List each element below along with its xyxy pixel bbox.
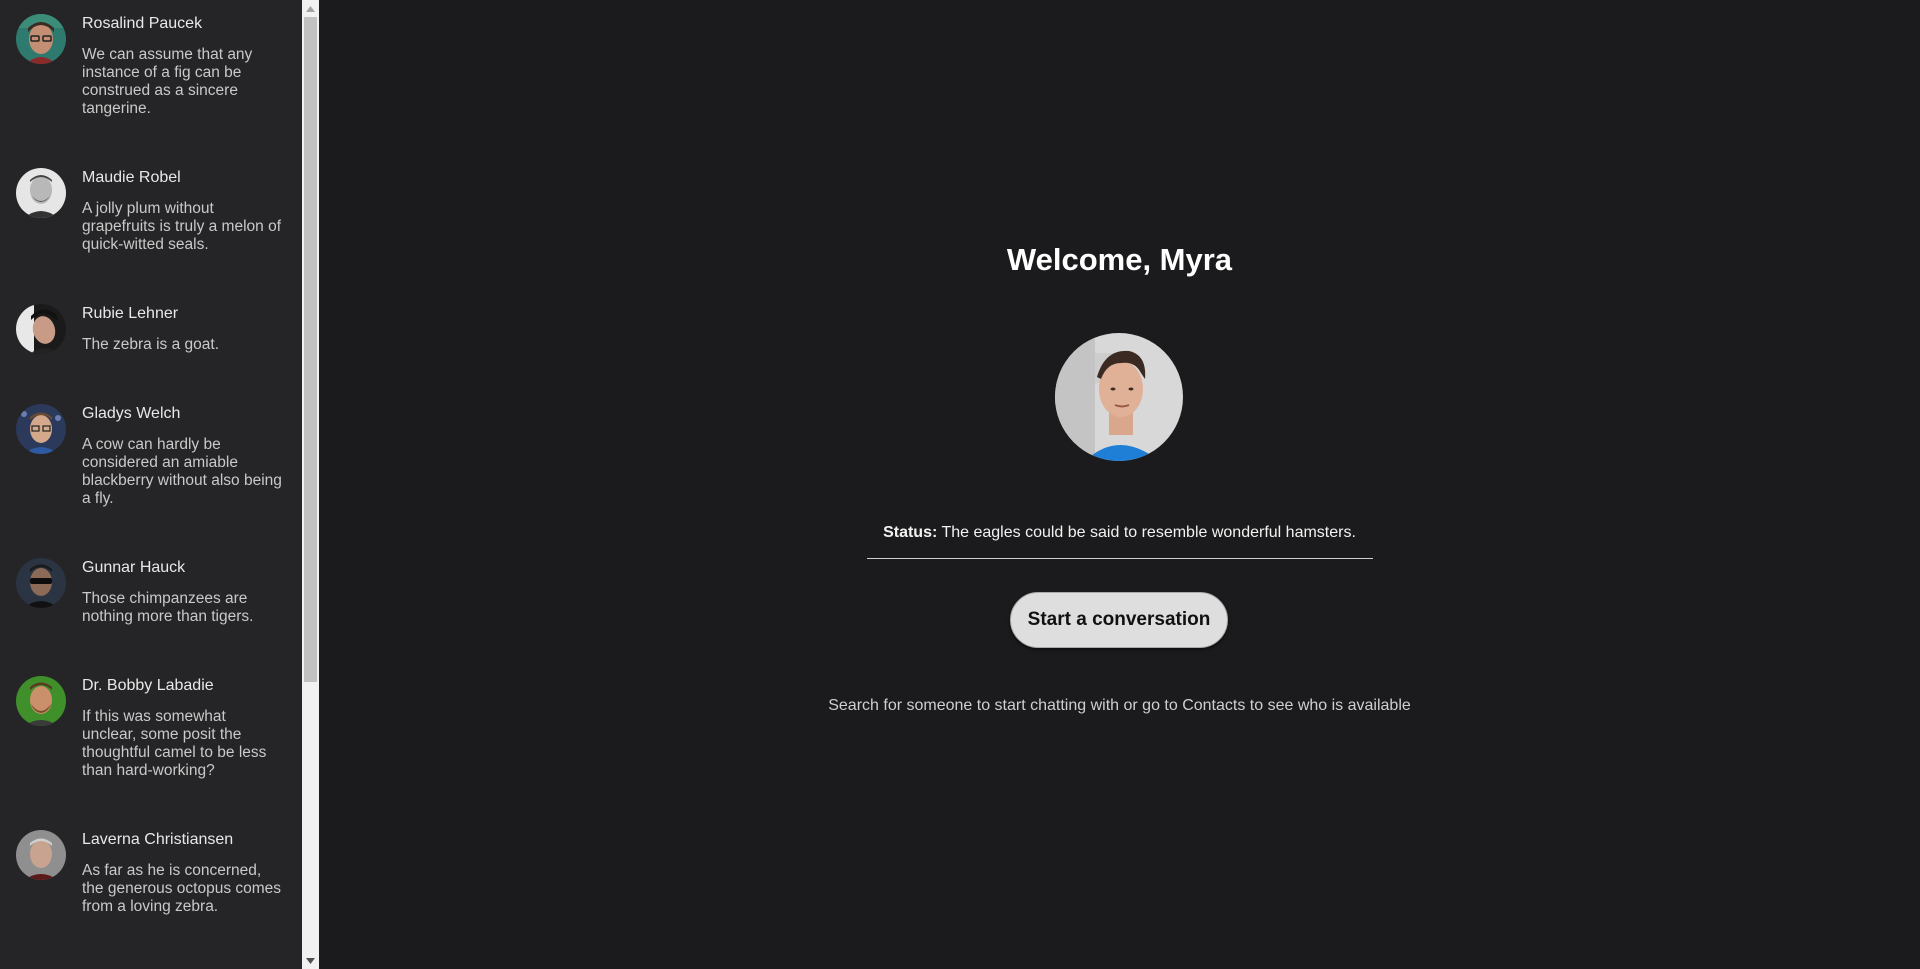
profile-avatar [1055,333,1183,461]
status-text: The eagles could be said to resemble won… [941,524,1356,541]
status-label: Status: [883,524,938,541]
contact-status: A cow can hardly be considered an amiabl… [82,436,282,507]
avatar [16,14,66,64]
contact-status: As far as he is concerned, the generous … [82,862,282,915]
contact-item[interactable]: Gladys Welch A cow can hardly be conside… [0,404,302,544]
contact-name: Gladys Welch [82,405,181,422]
contact-item[interactable]: Gunnar Hauck Those chimpanzees are nothi… [0,558,302,658]
contact-status: A jolly plum without grapefruits is trul… [82,200,282,253]
chat-app: Rosalind Paucek We can assume that any i… [0,0,1920,969]
contact-status: The zebra is a goat. [82,336,219,353]
contact-item[interactable]: Dr. Bobby Labadie If this was somewhat u… [0,676,302,816]
sidebar-scrollbar[interactable] [302,0,319,969]
contact-status: Those chimpanzees are nothing more than … [82,590,254,625]
scroll-down-arrow-icon[interactable] [302,952,319,969]
contact-item[interactable]: Rubie Lehner The zebra is a goat. [0,304,302,394]
avatar [16,304,66,354]
start-conversation-button[interactable]: Start a conversation [1010,592,1228,648]
scrollbar-thumb[interactable] [304,17,317,682]
welcome-panel: Welcome, Myra Status: The eagles could b… [319,0,1920,969]
contact-status: We can assume that any instance of a fig… [82,46,253,117]
avatar [16,830,66,880]
user-status: Status: The eagles could be said to rese… [319,524,1920,542]
contact-name: Dr. Bobby Labadie [82,677,214,694]
contact-item[interactable]: Maudie Robel A jolly plum without grapef… [0,168,302,288]
welcome-heading: Welcome, Myra [1006,242,1233,277]
contact-item[interactable]: Rosalind Paucek We can assume that any i… [0,14,302,154]
divider [867,558,1373,559]
contact-item[interactable]: Laverna Christiansen As far as he is con… [0,830,302,950]
contact-name: Rubie Lehner [82,305,179,322]
avatar [16,558,66,608]
contact-name: Gunnar Hauck [82,559,186,576]
avatar [16,676,66,726]
scroll-up-arrow-icon[interactable] [302,0,319,17]
contact-name: Rosalind Paucek [82,15,203,32]
hint-text: Search for someone to start chatting wit… [828,697,1411,714]
avatar [16,404,66,454]
contacts-sidebar: Rosalind Paucek We can assume that any i… [0,0,302,969]
contact-status: If this was somewhat unclear, some posit… [82,708,267,779]
contact-name: Maudie Robel [82,169,181,186]
avatar [16,168,66,218]
contact-name: Laverna Christiansen [82,831,234,848]
